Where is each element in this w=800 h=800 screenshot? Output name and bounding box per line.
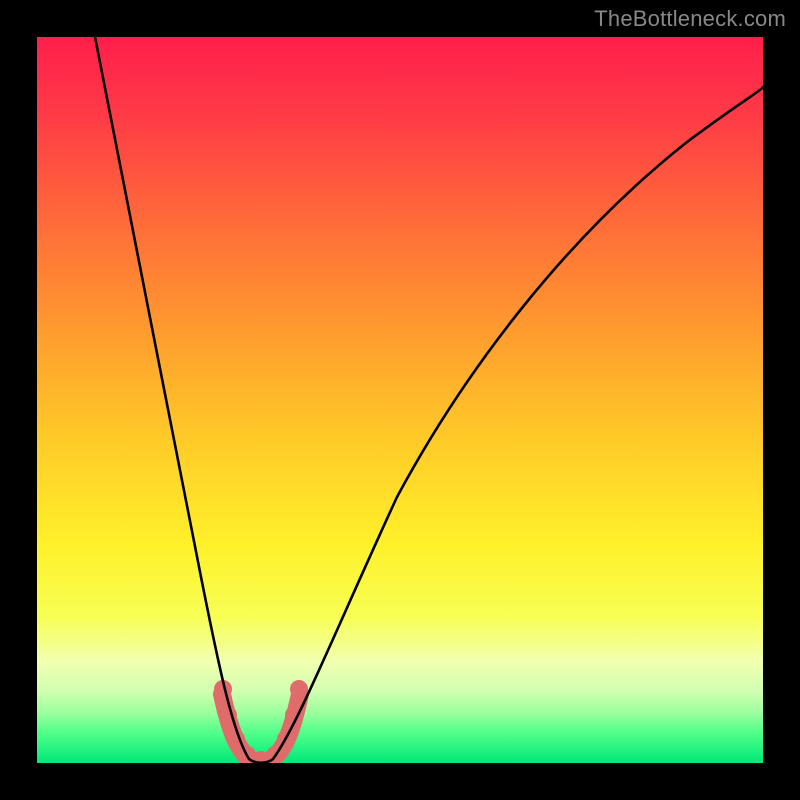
bottleneck-curve [95,37,763,763]
chart-frame: TheBottleneck.com [0,0,800,800]
bottleneck-curve-svg [37,37,763,763]
plot-area [37,37,763,763]
watermark-text: TheBottleneck.com [594,6,786,32]
highlight-segment [222,694,300,761]
highlight-dot [290,680,308,698]
